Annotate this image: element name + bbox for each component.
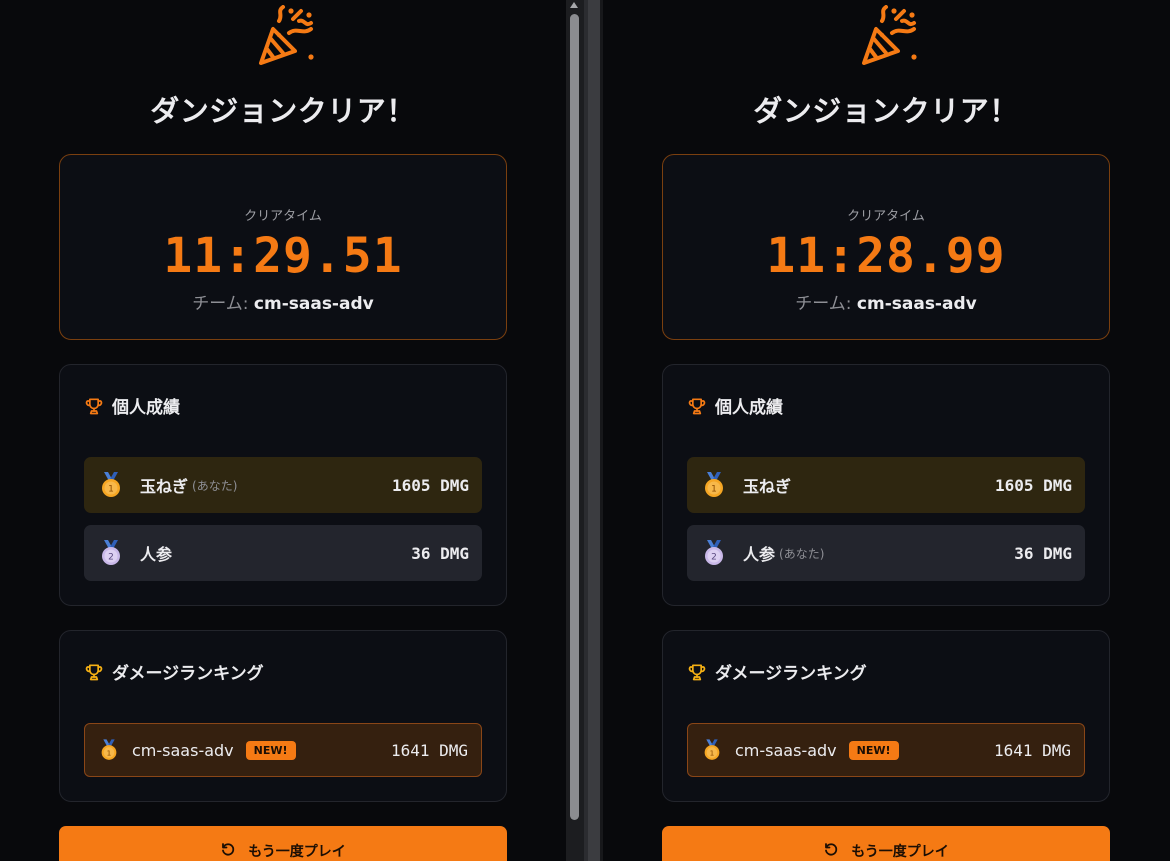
silver-medal-icon <box>703 540 725 566</box>
ranking-damage: 1641 DMG <box>390 740 468 760</box>
play-again-label: もう一度プレイ <box>248 844 346 860</box>
gold-medal-icon <box>100 472 122 498</box>
damage-ranking-heading: ダメージランキング <box>715 664 867 684</box>
team-prefix: チーム: <box>795 294 857 314</box>
personal-results-card: 個人成績 玉ねぎ (あなた) 1605 DMG 人参 36 DMG <box>59 364 507 606</box>
clear-time-label: クリアタイム <box>244 209 322 224</box>
player-damage: 36 DMG <box>1014 543 1072 563</box>
clear-time-label: クリアタイム <box>847 209 925 224</box>
team-name: cm-saas-adv <box>856 294 977 314</box>
pane-splitter[interactable] <box>588 0 600 861</box>
you-tag: (あなた) <box>779 546 825 561</box>
ranking-team-name: cm-saas-adv <box>735 740 837 760</box>
player-row: 玉ねぎ (あなた) 1605 DMG <box>84 457 482 513</box>
gold-medal-icon <box>703 472 725 498</box>
personal-results-header: 個人成績 <box>687 393 783 418</box>
player-damage: 1605 DMG <box>994 475 1072 495</box>
result-pane-right: ダンジョンクリア！ クリアタイム 11:28.99 チーム: cm-saas-a… <box>603 0 1170 861</box>
play-again-label: もう一度プレイ <box>851 844 949 860</box>
party-popper-icon <box>856 5 920 69</box>
personal-results-card: 個人成績 玉ねぎ 1605 DMG 人参 (あなた) 36 DMG <box>662 364 1110 606</box>
player-damage: 1605 DMG <box>391 475 469 495</box>
player-row: 人参 (あなた) 36 DMG <box>687 525 1085 581</box>
damage-ranking-header: ダメージランキング <box>84 659 264 684</box>
player-damage: 36 DMG <box>411 543 469 563</box>
silver-medal-icon <box>100 540 122 566</box>
player-row: 人参 36 DMG <box>84 525 482 581</box>
trophy-icon <box>687 396 707 416</box>
clear-time-value: 11:28.99 <box>766 228 1006 284</box>
clear-time-card: クリアタイム 11:28.99 チーム: cm-saas-adv <box>662 154 1110 340</box>
damage-ranking-heading: ダメージランキング <box>112 664 264 684</box>
ranking-row: cm-saas-adv NEW! 1641 DMG <box>687 723 1085 777</box>
trophy-icon <box>84 396 104 416</box>
scrollbar-thumb[interactable] <box>570 14 579 820</box>
new-badge: NEW! <box>245 740 296 760</box>
result-pane-left: ダンジョンクリア！ クリアタイム 11:29.51 チーム: cm-saas-a… <box>0 0 566 861</box>
ranking-row: cm-saas-adv NEW! 1641 DMG <box>84 723 482 777</box>
team-name: cm-saas-adv <box>253 294 374 314</box>
new-badge: NEW! <box>848 740 899 760</box>
personal-results-heading: 個人成績 <box>715 398 783 418</box>
trophy-icon <box>687 662 707 682</box>
player-name: 人参 <box>743 545 776 564</box>
page-title: ダンジョンクリア！ <box>753 94 1019 128</box>
play-again-button[interactable]: もう一度プレイ <box>59 826 507 861</box>
trophy-icon <box>84 662 104 682</box>
player-name: 玉ねぎ <box>140 477 189 496</box>
damage-ranking-card: ダメージランキング cm-saas-adv NEW! 1641 DMG <box>662 630 1110 802</box>
ranking-damage: 1641 DMG <box>993 740 1071 760</box>
scroll-up-arrow-icon[interactable] <box>570 2 578 8</box>
party-popper-icon <box>253 5 317 69</box>
damage-ranking-card: ダメージランキング cm-saas-adv NEW! 1641 DMG <box>59 630 507 802</box>
personal-results-header: 個人成績 <box>84 393 180 418</box>
replay-icon <box>220 841 236 857</box>
player-name: 人参 <box>140 545 173 564</box>
play-again-button[interactable]: もう一度プレイ <box>662 826 1110 861</box>
page-title: ダンジョンクリア！ <box>150 94 416 128</box>
clear-time-card: クリアタイム 11:29.51 チーム: cm-saas-adv <box>59 154 507 340</box>
personal-results-heading: 個人成績 <box>112 398 180 418</box>
replay-icon <box>823 841 839 857</box>
team-line: チーム: cm-saas-adv <box>663 289 1109 314</box>
player-row: 玉ねぎ 1605 DMG <box>687 457 1085 513</box>
gold-medal-icon <box>703 739 721 761</box>
clear-time-value: 11:29.51 <box>163 228 403 284</box>
player-name: 玉ねぎ <box>743 477 792 496</box>
ranking-team-name: cm-saas-adv <box>132 740 234 760</box>
you-tag: (あなた) <box>192 478 238 493</box>
gold-medal-icon <box>100 739 118 761</box>
team-prefix: チーム: <box>192 294 254 314</box>
team-line: チーム: cm-saas-adv <box>60 289 506 314</box>
damage-ranking-header: ダメージランキング <box>687 659 867 684</box>
